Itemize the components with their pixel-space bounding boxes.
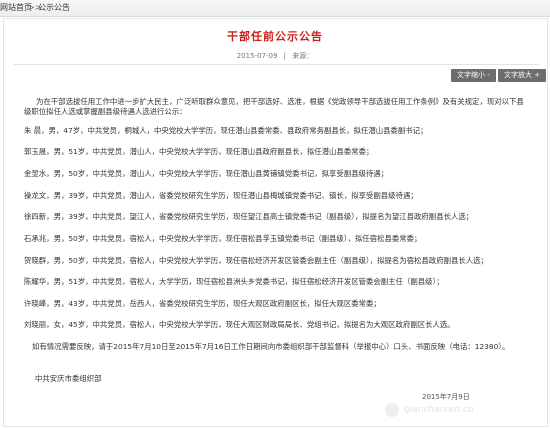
signature: 中共安庆市委组织部: [35, 374, 102, 383]
candidate-item: 贺晓群，男，50岁，中共党员，宿松人，中央党校大学学历，现任宿松经济开发区管委会…: [24, 256, 488, 265]
title-divider: [14, 64, 539, 65]
intro-line-2: 级职位拟任人选或掌握副县级待遇人选进行公示：: [24, 107, 187, 116]
candidate-item: 郭玉晟，男，51岁，中共党员，潜山人，中央党校大学学历，现任潜山县政府副县长，拟…: [24, 147, 374, 156]
font-enlarge-button[interactable]: 文字放大 +: [498, 69, 547, 82]
candidate-item: 刘晓丽，女，45岁，中共党员，宿松人，中央党校大学学历，现任大观区财政局局长、党…: [24, 320, 455, 329]
article-date: 2015-07-09: [236, 52, 278, 60]
breadcrumb: 网站首页 >> 公示公告: [0, 0, 550, 17]
font-shrink-button[interactable]: 文字缩小 -: [451, 69, 496, 82]
watermark-logo-icon: [385, 403, 399, 417]
article-title: 干部任前公示公告: [227, 30, 323, 43]
candidate-item: 石承兆，男，50岁，中共党员，宿松人，中央党校大学学历，现任宿松县孚玉镇党委书记…: [24, 234, 422, 243]
candidate-item: 许晓峰，男，43岁，中共党员，岳西人，省委党校研究生学历，现任大观区政府副区长，…: [24, 299, 381, 308]
article-source: 来源：: [292, 52, 314, 60]
breadcrumb-current-link[interactable]: 公示公告: [38, 0, 70, 16]
candidate-item: 徐四新，男，39岁，中共党员，望江人，省委党校研究生学历，现任望江县高士镇党委书…: [24, 212, 474, 221]
feedback-notice: 如有情况需要反映，请于2015年7月10日至2015年7月16日工作日期间向市委…: [32, 342, 510, 351]
intro-line-1: 为在干部选拔任用工作中进一步扩大民主，广泛听取群众意见，把干部选好、选准，根据《…: [36, 97, 524, 106]
candidate-item: 金显水，男，50岁，中共党员，潜山人，中央党校大学学历，现任潜山县黄铺镇党委书记…: [24, 169, 389, 178]
candidate-item: 操龙文，男，39岁，中共党员，潜山人，省委党校研究生学历，现任潜山县梅城镇党委书…: [24, 191, 418, 200]
meta-divider: |: [283, 52, 287, 60]
article-meta: 2015-07-09 | 来源：: [0, 51, 550, 61]
sign-date: 2015年7月9日: [422, 393, 470, 401]
candidate-item: 朱 晨，男，47岁，中共党员，桐城人，中央党校大学学历，现任潜山县委常委、县政府…: [24, 126, 428, 135]
candidate-item: 陈耀华，男，51岁，中共党员，宿松人，大学学历，现任宿松县洲头乡党委书记，拟任宿…: [24, 277, 444, 286]
watermark: qianshanren.cn: [404, 405, 474, 415]
